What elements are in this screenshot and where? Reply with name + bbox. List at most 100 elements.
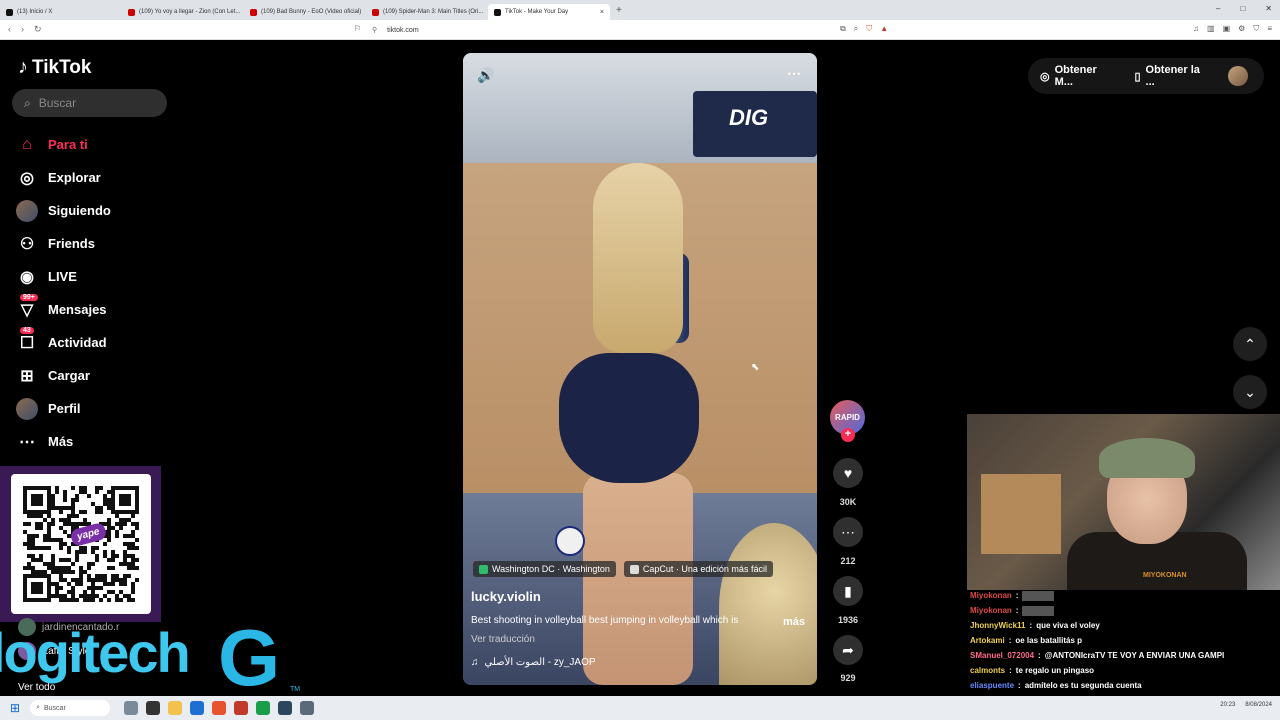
- chat-username: Artokami: [970, 636, 1005, 645]
- next-video-button[interactable]: ⌄: [1233, 375, 1267, 409]
- reload-button[interactable]: ↻: [34, 24, 42, 35]
- tray-time: 20:23: [1220, 702, 1236, 708]
- get-coins-button[interactable]: ◎ Obtener M...: [1040, 64, 1116, 88]
- like-count: 30K: [839, 497, 857, 507]
- chat-username: SManuel_072004: [970, 651, 1035, 660]
- sidebar-item-label: Perfil: [48, 401, 81, 416]
- get-app-button[interactable]: ▯ Obtener la ...: [1134, 64, 1210, 88]
- chat-emote-icon: [1022, 605, 1055, 616]
- sidebar-item-siguiendo[interactable]: Siguiendo: [16, 194, 111, 227]
- bookmark-icon[interactable]: ⚐: [354, 24, 361, 33]
- upload-icon: ⊞: [20, 367, 34, 385]
- close-window-button[interactable]: ✕: [1265, 4, 1272, 13]
- maximize-button[interactable]: □: [1240, 4, 1245, 13]
- translate-icon[interactable]: ⧉: [840, 24, 846, 34]
- chat-separator: :: [1018, 681, 1021, 690]
- sidebar-item-para-ti[interactable]: ⌂ Para ti: [16, 128, 111, 161]
- taskbar-search[interactable]: ⌕ Buscar: [30, 700, 111, 716]
- tab-favicon-icon: [250, 8, 257, 16]
- tab-label: (109) Bad Bunny - EoO (Video oficial): [261, 9, 362, 15]
- sidebar-toggle-icon[interactable]: ▥: [1207, 24, 1215, 34]
- tab-label: (109) Yo voy a llegar - Zion (Con Let...: [139, 9, 241, 15]
- spotify-icon[interactable]: [256, 701, 271, 715]
- app-icon[interactable]: [234, 701, 249, 715]
- settings-icon[interactable]: [300, 701, 315, 715]
- user-avatar[interactable]: [1228, 66, 1248, 86]
- previous-video-button[interactable]: ⌃: [1233, 327, 1267, 361]
- task-view-icon[interactable]: [124, 701, 139, 715]
- notification-badge: 99+: [20, 294, 38, 301]
- volume-icon[interactable]: 🔊: [477, 67, 494, 84]
- avatar-icon: [16, 199, 38, 222]
- search-input[interactable]: ⌕ Buscar: [12, 89, 167, 117]
- brave-icon[interactable]: [212, 701, 227, 715]
- new-tab-button[interactable]: +: [616, 5, 622, 16]
- chat-text: @ANTONIcraTV TE VOY A ENVIAR UNA GAMPI: [1044, 651, 1225, 660]
- browser-tab[interactable]: TikTok - Make Your Day ×: [488, 4, 610, 20]
- sidebar-item-explorar[interactable]: ◎ Explorar: [16, 161, 111, 194]
- steam-icon[interactable]: [278, 701, 293, 715]
- tiktok-note-icon: ♪: [18, 56, 28, 78]
- zoom-icon[interactable]: ⌕: [854, 24, 858, 34]
- browser-tab[interactable]: (109) Yo voy a llegar - Zion (Con Let...: [122, 4, 244, 20]
- system-tray[interactable]: 20:23 8/08/2024: [1220, 702, 1272, 708]
- webcam-box: [981, 474, 1061, 554]
- like-button[interactable]: ♥: [833, 458, 863, 488]
- music-link[interactable]: ♫ الصوت الأصلي - zy_JAOP: [471, 657, 596, 668]
- share-button[interactable]: ➦: [833, 635, 863, 665]
- forward-button[interactable]: ›: [21, 24, 24, 35]
- minimize-button[interactable]: –: [1216, 4, 1220, 13]
- browser-tab[interactable]: (109) Bad Bunny - EoO (Video oficial): [244, 4, 366, 20]
- browser-tab[interactable]: (109) Spider-Man 3: Main Titles (Ori...: [366, 4, 488, 20]
- sidebar-item-friends[interactable]: ⚇ Friends: [16, 227, 111, 260]
- location-chip[interactable]: Washington DC · Washington: [473, 561, 616, 577]
- back-button[interactable]: ‹: [8, 24, 11, 35]
- sidebar-item-más[interactable]: ⋯ Más: [16, 425, 111, 458]
- profile-icon: [16, 397, 38, 420]
- extensions-icon[interactable]: ⚙: [1238, 24, 1245, 34]
- store-icon[interactable]: [190, 701, 205, 715]
- brave-shield-icon[interactable]: ⛉: [866, 24, 872, 34]
- sidebar-item-perfil[interactable]: Perfil: [16, 392, 111, 425]
- windows-start-icon[interactable]: ⊞: [10, 701, 20, 715]
- vpn-icon[interactable]: ⛉: [1253, 24, 1259, 34]
- chat-username: Miyokonan: [970, 591, 1012, 600]
- activity-icon: ☐: [19, 334, 35, 352]
- capcut-chip[interactable]: CapCut · Una edición más fácil: [623, 561, 773, 577]
- file-explorer-icon[interactable]: [168, 701, 183, 715]
- video-more-icon[interactable]: ⋯: [787, 65, 801, 82]
- tray-date: 8/08/2024: [1245, 702, 1272, 708]
- tab-label: (13) Inicio / X: [17, 9, 53, 15]
- yape-qr-code: yape: [11, 474, 151, 614]
- webcam-person-cap: [1099, 438, 1195, 478]
- browser-tab[interactable]: (13) Inicio / X: [0, 4, 122, 20]
- brave-rewards-icon[interactable]: ▲: [880, 24, 888, 34]
- save-button[interactable]: ▮: [833, 576, 863, 606]
- terminal-icon[interactable]: [146, 701, 161, 715]
- sidebar-item-label: LIVE: [48, 269, 77, 284]
- video-player[interactable]: DIG 🔊 ⋯ Washington DC · Washington CapCu…: [463, 53, 817, 685]
- url-field[interactable]: ⚲ tiktok.com: [372, 23, 912, 37]
- video-author[interactable]: lucky.violin: [471, 589, 541, 604]
- menu-icon[interactable]: ≡: [1267, 24, 1272, 34]
- sidebar-item-live[interactable]: ◉ LIVE: [16, 260, 111, 293]
- sidebar-item-cargar[interactable]: ⊞ Cargar: [16, 359, 111, 392]
- top-right-actions: ◎ Obtener M... ▯ Obtener la ...: [1028, 58, 1264, 94]
- tiktok-logo[interactable]: ♪ TikTok: [18, 56, 91, 79]
- tab-label: (109) Spider-Man 3: Main Titles (Ori...: [383, 9, 484, 15]
- wallet-icon[interactable]: ▣: [1223, 24, 1231, 34]
- tab-favicon-icon: [128, 8, 135, 16]
- site-info-icon[interactable]: ⚲: [372, 26, 377, 34]
- video-banner-text: DIG: [729, 105, 769, 130]
- more-button[interactable]: más: [783, 616, 805, 628]
- follow-button[interactable]: +: [841, 428, 855, 442]
- media-icon[interactable]: ♫: [1193, 24, 1199, 34]
- sidebar-item-actividad[interactable]: ☐ 43 Actividad: [16, 326, 111, 359]
- close-tab-icon[interactable]: ×: [600, 9, 604, 16]
- sidebar-item-mensajes[interactable]: ▽ 99+ Mensajes: [16, 293, 111, 326]
- translate-link[interactable]: Ver traducción: [471, 634, 535, 645]
- comment-button[interactable]: ⋯: [833, 517, 863, 547]
- tab-favicon-icon: [494, 8, 501, 16]
- search-icon: ⌕: [24, 95, 31, 110]
- chat-username: eliaspuente: [970, 681, 1015, 690]
